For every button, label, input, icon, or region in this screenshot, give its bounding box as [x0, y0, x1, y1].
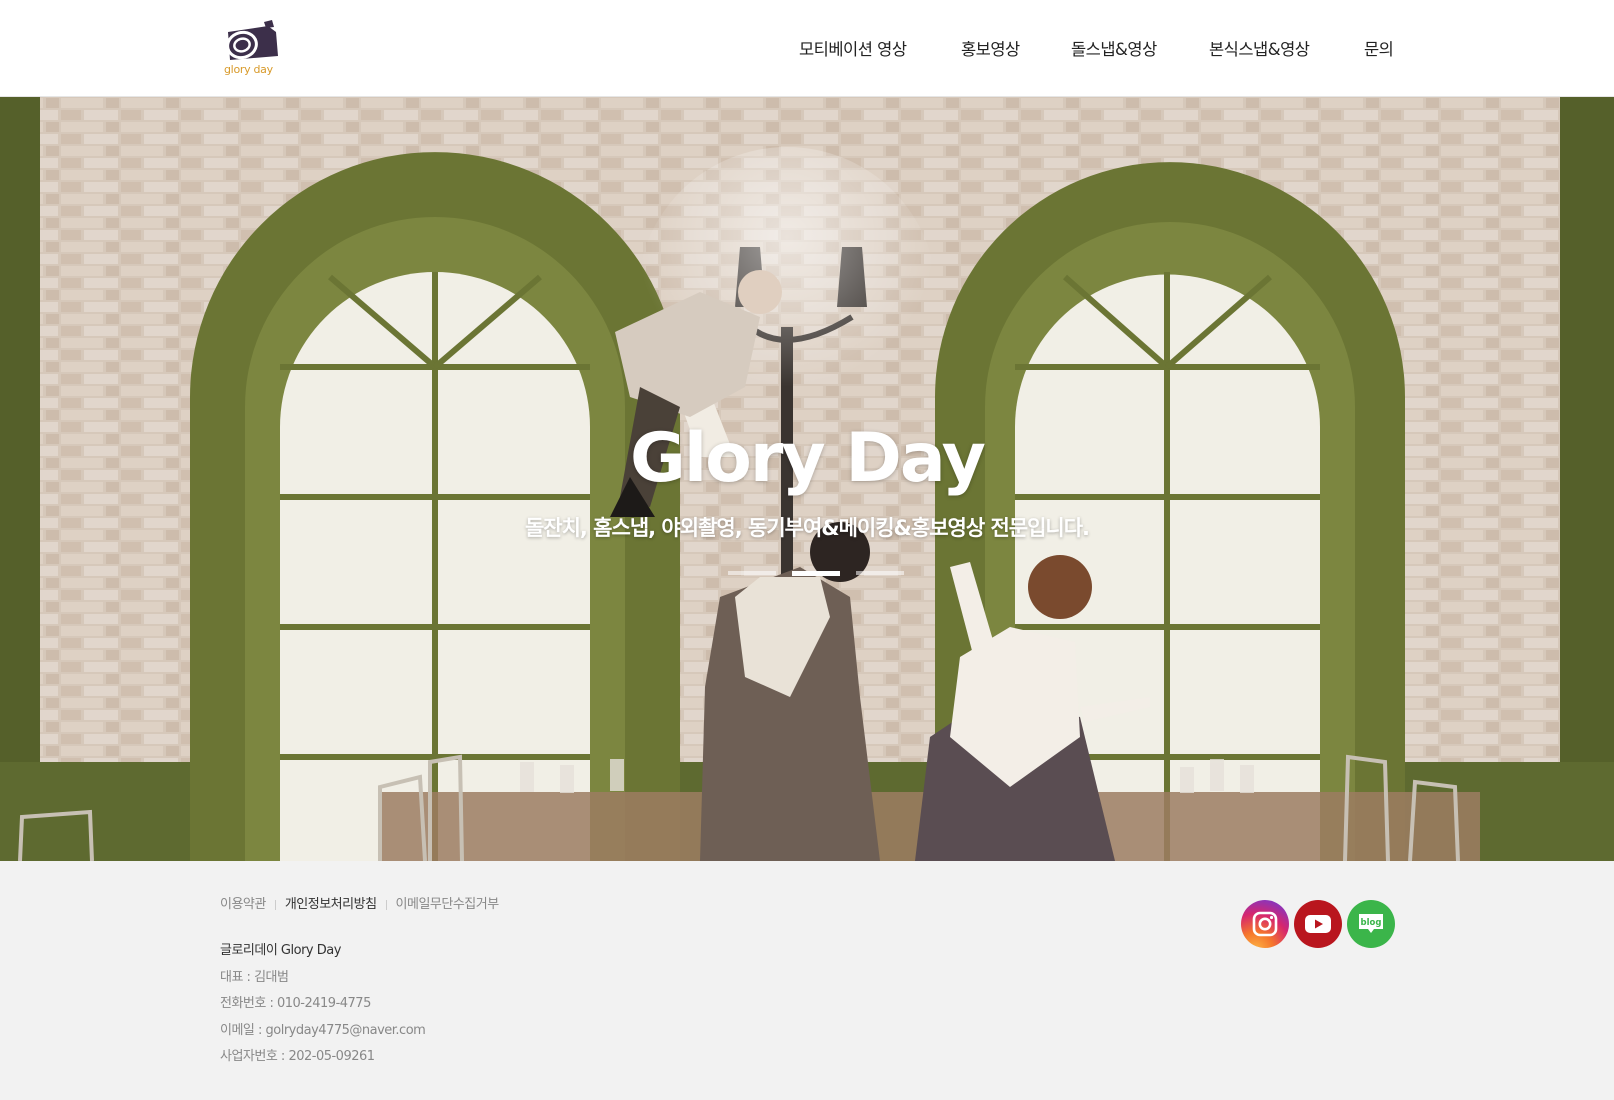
blog-icon: blog	[1359, 914, 1383, 933]
slide-dot-3[interactable]	[856, 571, 904, 575]
slide-pager	[728, 571, 908, 576]
slide-dot-2[interactable]	[792, 571, 840, 576]
business-number: 사업자번호 : 202-05-09261	[220, 1049, 375, 1064]
company-info: 글로리데이 Glory Day 대표 : 김대범 전화번호 : 010-2419…	[220, 939, 426, 1072]
nav-dol-snap-video[interactable]: 돌스냅&영상	[1071, 36, 1157, 60]
youtube-icon	[1305, 915, 1331, 933]
site-footer: 이용약관 개인정보처리방침 이메일무단수집거부 글로리데이 Glory Day 대표…	[0, 861, 1614, 1100]
nav-promo-video[interactable]: 홍보영상	[961, 36, 1020, 60]
instagram-button[interactable]	[1241, 900, 1289, 948]
nav-wedding-snap-video[interactable]: 본식스냅&영상	[1209, 36, 1310, 60]
blog-button[interactable]: blog	[1347, 900, 1395, 948]
hero-slider: Glory Day 돌잔치, 홈스냅, 야외촬영, 동기부여&메이킹&홍보영상 …	[0, 97, 1614, 861]
nav-motivation-video[interactable]: 모티베이션 영상	[799, 36, 907, 60]
slide-dot-1[interactable]	[728, 571, 776, 575]
terms-link[interactable]: 이용약관	[220, 897, 266, 912]
divider	[274, 899, 276, 910]
hero-subtitle: 돌잔치, 홈스냅, 야외촬영, 동기부여&메이킹&홍보영상 전문입니다.	[524, 516, 1090, 540]
blog-icon-label: blog	[1361, 918, 1382, 928]
divider	[385, 899, 387, 910]
main-nav: 모티베이션 영상 홍보영상 돌스냅&영상 본식스냅&영상 문의	[0, 36, 1614, 62]
instagram-icon	[1252, 911, 1278, 937]
footer-links: 이용약관 개인정보처리방침 이메일무단수집거부	[220, 893, 500, 912]
no-email-collection-link[interactable]: 이메일무단수집거부	[396, 897, 500, 912]
hero-title: Glory Day	[630, 419, 986, 498]
company-name: 글로리데이 Glory Day	[220, 943, 341, 958]
ceo-info: 대표 : 김대범	[220, 969, 289, 985]
site-header: glory day 모티베이션 영상 홍보영상 돌스냅&영상 본식스냅&영상 문…	[0, 0, 1614, 97]
nav-inquiry[interactable]: 문의	[1364, 36, 1394, 60]
privacy-link[interactable]: 개인정보처리방침	[285, 897, 377, 912]
logo-text: glory day	[224, 63, 273, 76]
youtube-button[interactable]	[1294, 900, 1342, 948]
email-info: 이메일 : golryday4775@naver.com	[220, 1022, 426, 1038]
phone-info: 전화번호 : 010-2419-4775	[220, 996, 371, 1011]
